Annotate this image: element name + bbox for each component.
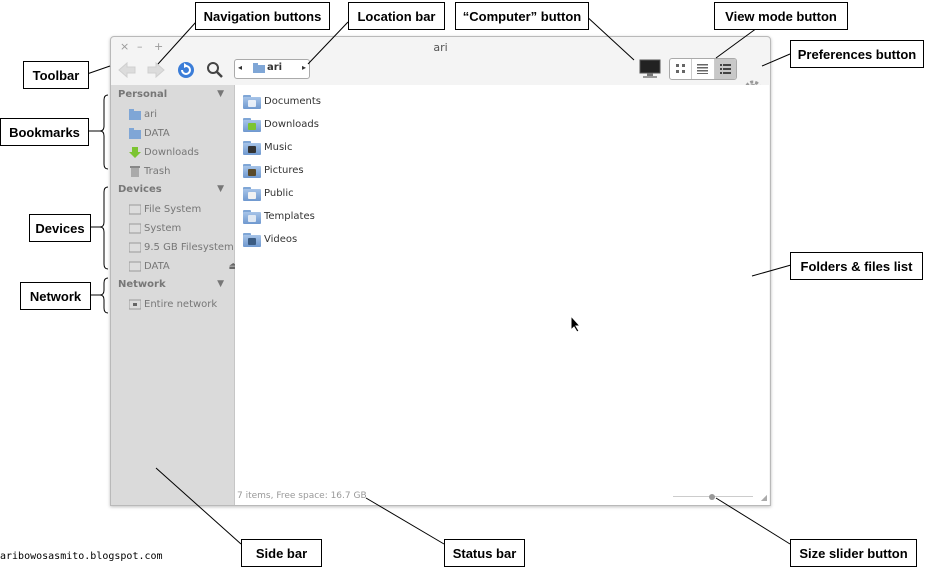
annotation-network: Network	[20, 282, 91, 310]
annotation-computer-button: “Computer” button	[455, 2, 589, 30]
annotation-devices: Devices	[29, 214, 91, 242]
credit-text: aribowosasmito.blogspot.com	[0, 551, 163, 562]
annotation-lines	[86, 13, 792, 545]
annotation-size-slider-button: Size slider button	[790, 539, 917, 567]
annotation-toolbar: Toolbar	[23, 61, 89, 89]
annotation-navigation-buttons: Navigation buttons	[195, 2, 330, 30]
annotation-location-bar: Location bar	[348, 2, 445, 30]
annotation-side-bar: Side bar	[241, 539, 322, 567]
annotation-folders-files-list: Folders & files list	[790, 252, 923, 280]
annotation-bookmarks: Bookmarks	[0, 118, 89, 146]
annotation-view-mode-button: View mode button	[714, 2, 848, 30]
annotation-status-bar: Status bar	[444, 539, 525, 567]
annotation-preferences-button: Preferences button	[790, 40, 924, 68]
